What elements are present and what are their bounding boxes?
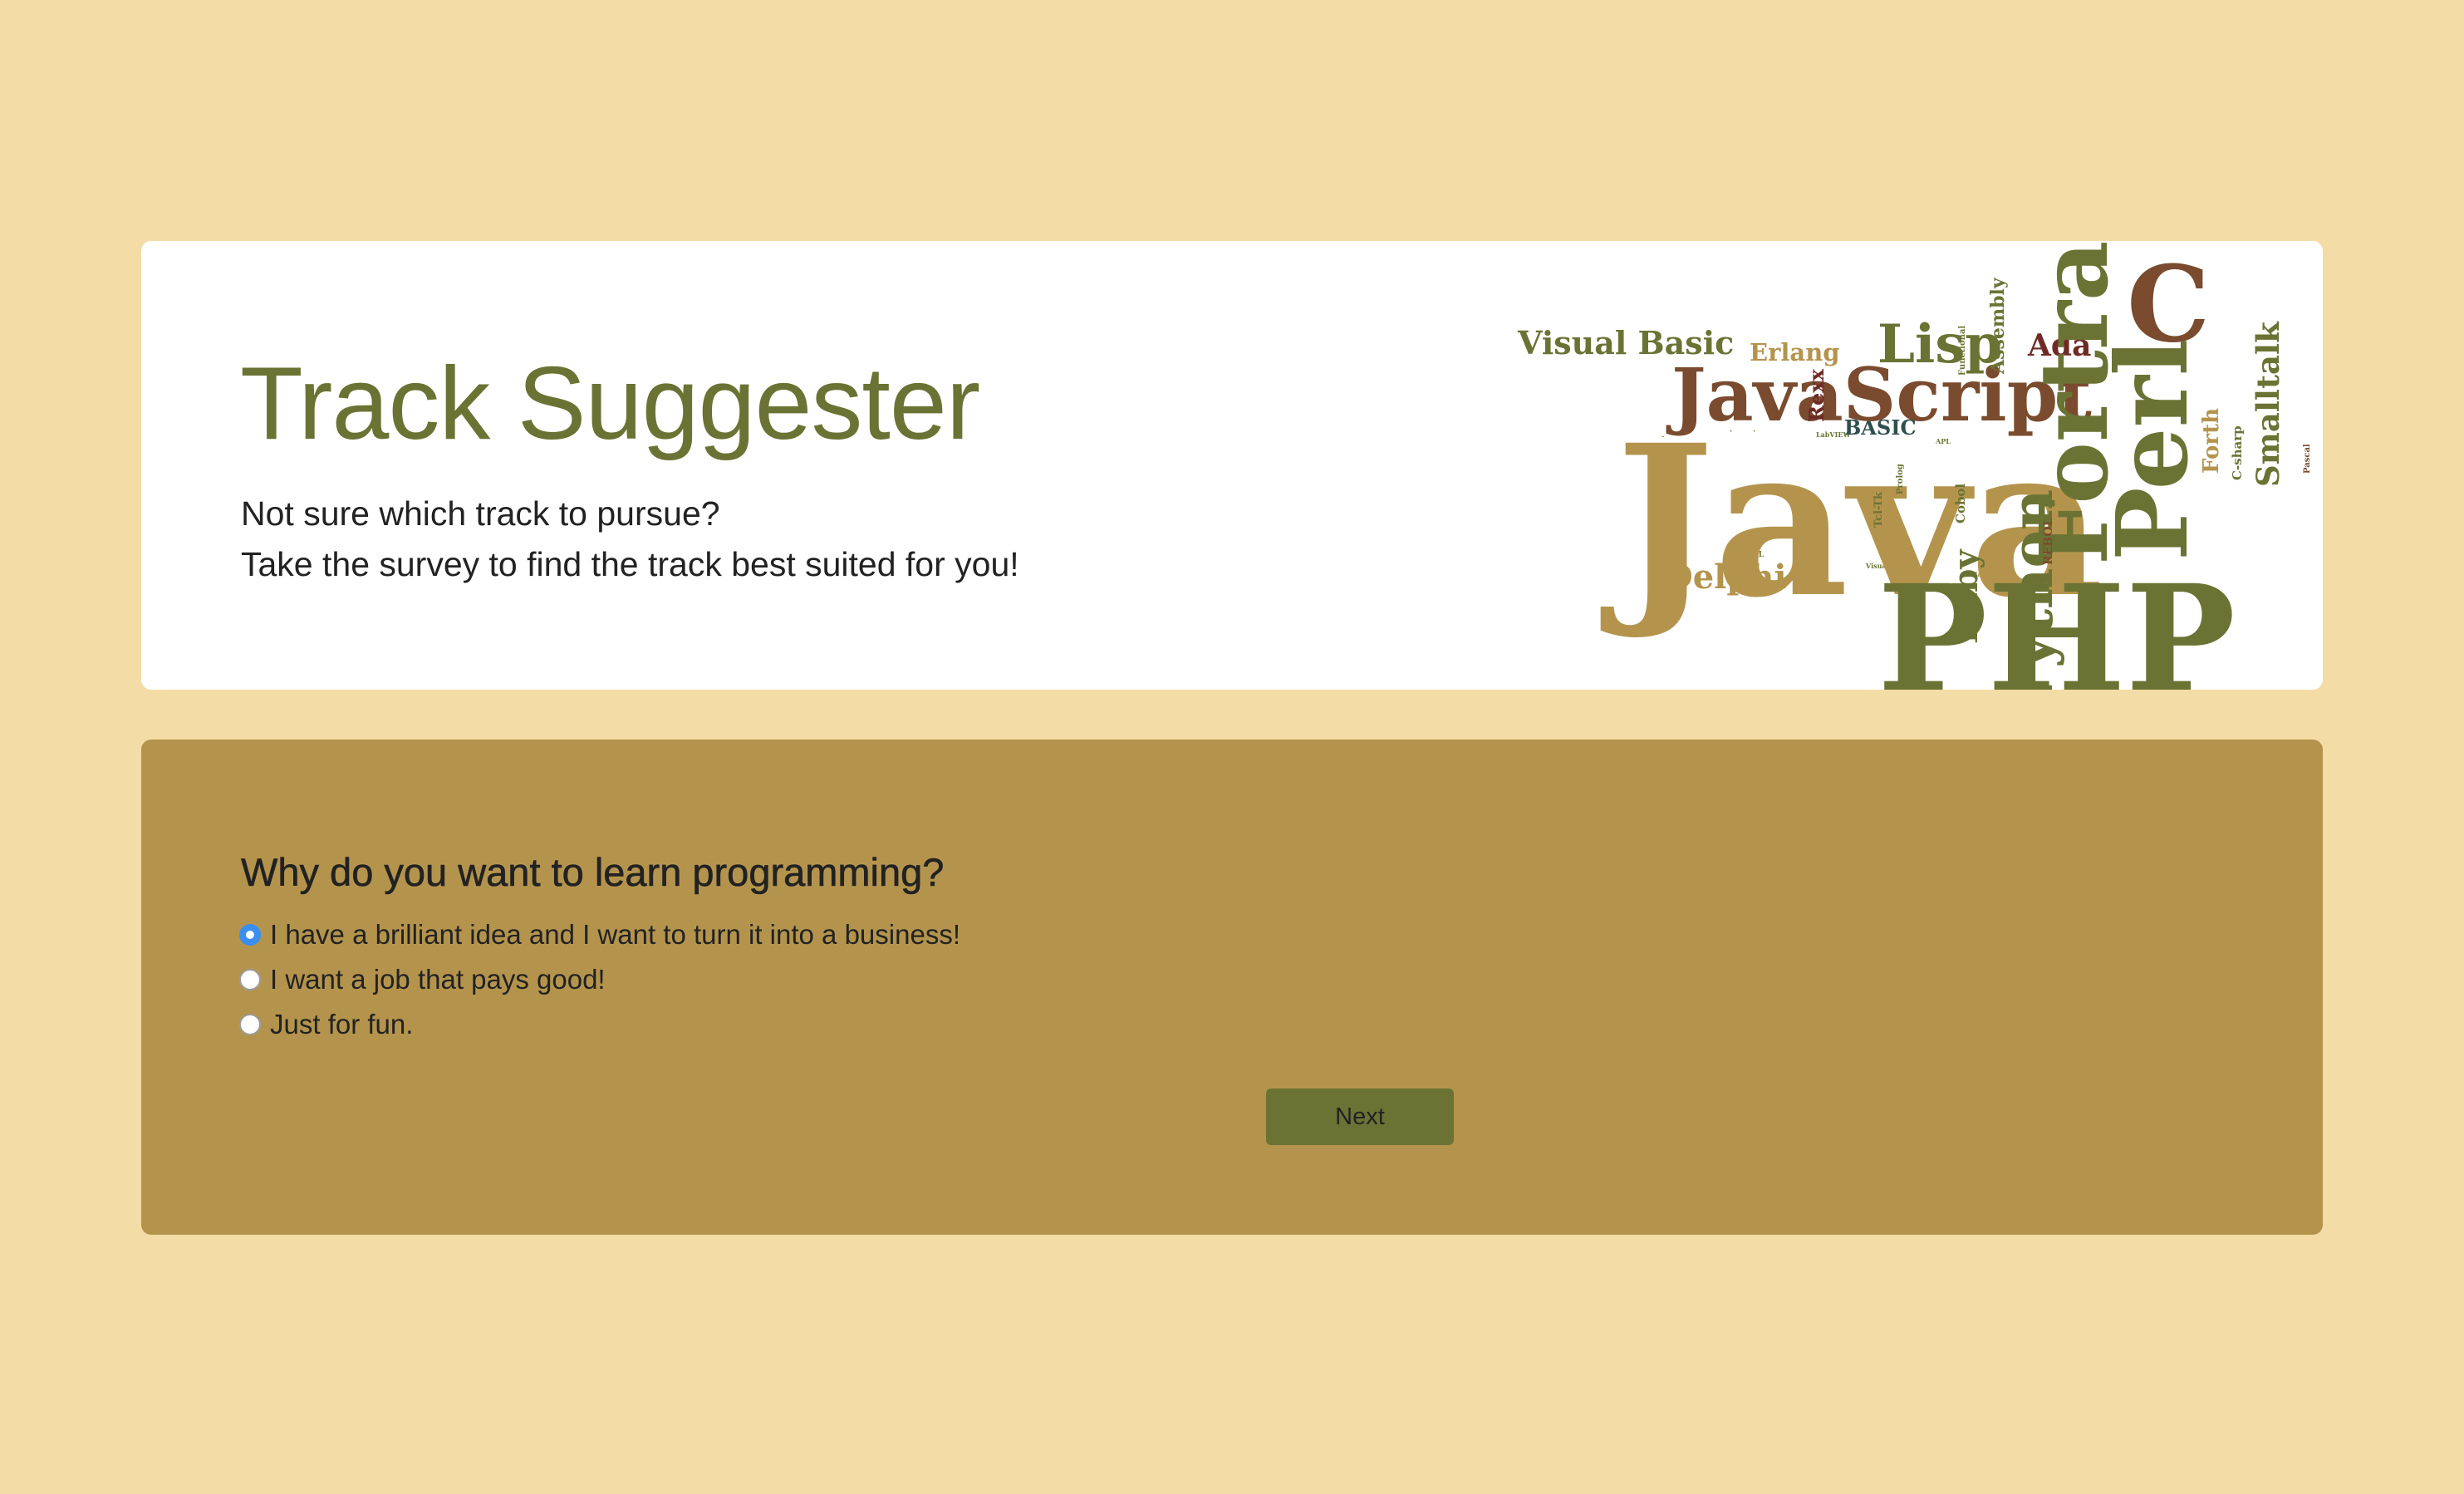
svg-text:Smalltalk: Smalltalk xyxy=(2250,321,2286,487)
svg-text:Tcl-Tk: Tcl-Tk xyxy=(1873,491,1885,528)
next-button[interactable]: Next xyxy=(1266,1089,1454,1145)
survey-card: Why do you want to learn programming? I … xyxy=(141,740,2323,1235)
svg-text:REBOL: REBOL xyxy=(2042,518,2055,565)
svg-text:Forth: Forth xyxy=(2199,408,2224,474)
svg-text:Assembly: Assembly xyxy=(1987,277,2009,375)
subtitle-line-2: Take the survey to find the track best s… xyxy=(241,545,1019,583)
answer-options: I have a brilliant idea and I want to tu… xyxy=(239,912,960,1047)
option-label: I have a brilliant idea and I want to tu… xyxy=(270,919,960,950)
page-subtitle: Not sure which track to pursue? Take the… xyxy=(241,489,1019,590)
option-fun[interactable]: Just for fun. xyxy=(239,1002,960,1047)
page-title: Track Suggester xyxy=(240,346,980,461)
subtitle-line-1: Not sure which track to pursue? xyxy=(241,494,720,533)
svg-text:Cobol: Cobol xyxy=(1953,484,1968,523)
header-card: Track Suggester Not sure which track to … xyxy=(141,241,2323,690)
svg-text:Rexx: Rexx xyxy=(1804,368,1828,422)
survey-question: Why do you want to learn programming? xyxy=(241,850,945,895)
svg-text:Pascal: Pascal xyxy=(2303,444,2312,474)
option-business-idea[interactable]: I have a brilliant idea and I want to tu… xyxy=(239,912,960,957)
svg-text:Prolog: Prolog xyxy=(1896,464,1905,494)
svg-text:Perl: Perl xyxy=(2094,338,2210,561)
option-job[interactable]: I want a job that pays good! xyxy=(239,957,960,1002)
svg-text:Ruby: Ruby xyxy=(1946,548,1985,644)
radio-button[interactable] xyxy=(239,969,261,990)
svg-text:Python: Python xyxy=(2000,489,2066,690)
radio-button[interactable] xyxy=(239,1014,261,1035)
svg-text:C-sharp: C-sharp xyxy=(2230,425,2245,480)
option-label: I want a job that pays good! xyxy=(270,964,606,995)
svg-text:Functional: Functional xyxy=(1958,326,1967,376)
language-word-cloud-image: - · · LabVIEW PL Visual FoxPro Haskell A… xyxy=(1512,241,2323,690)
option-label: Just for fun. xyxy=(270,1009,414,1039)
radio-button-selected[interactable] xyxy=(239,924,261,946)
